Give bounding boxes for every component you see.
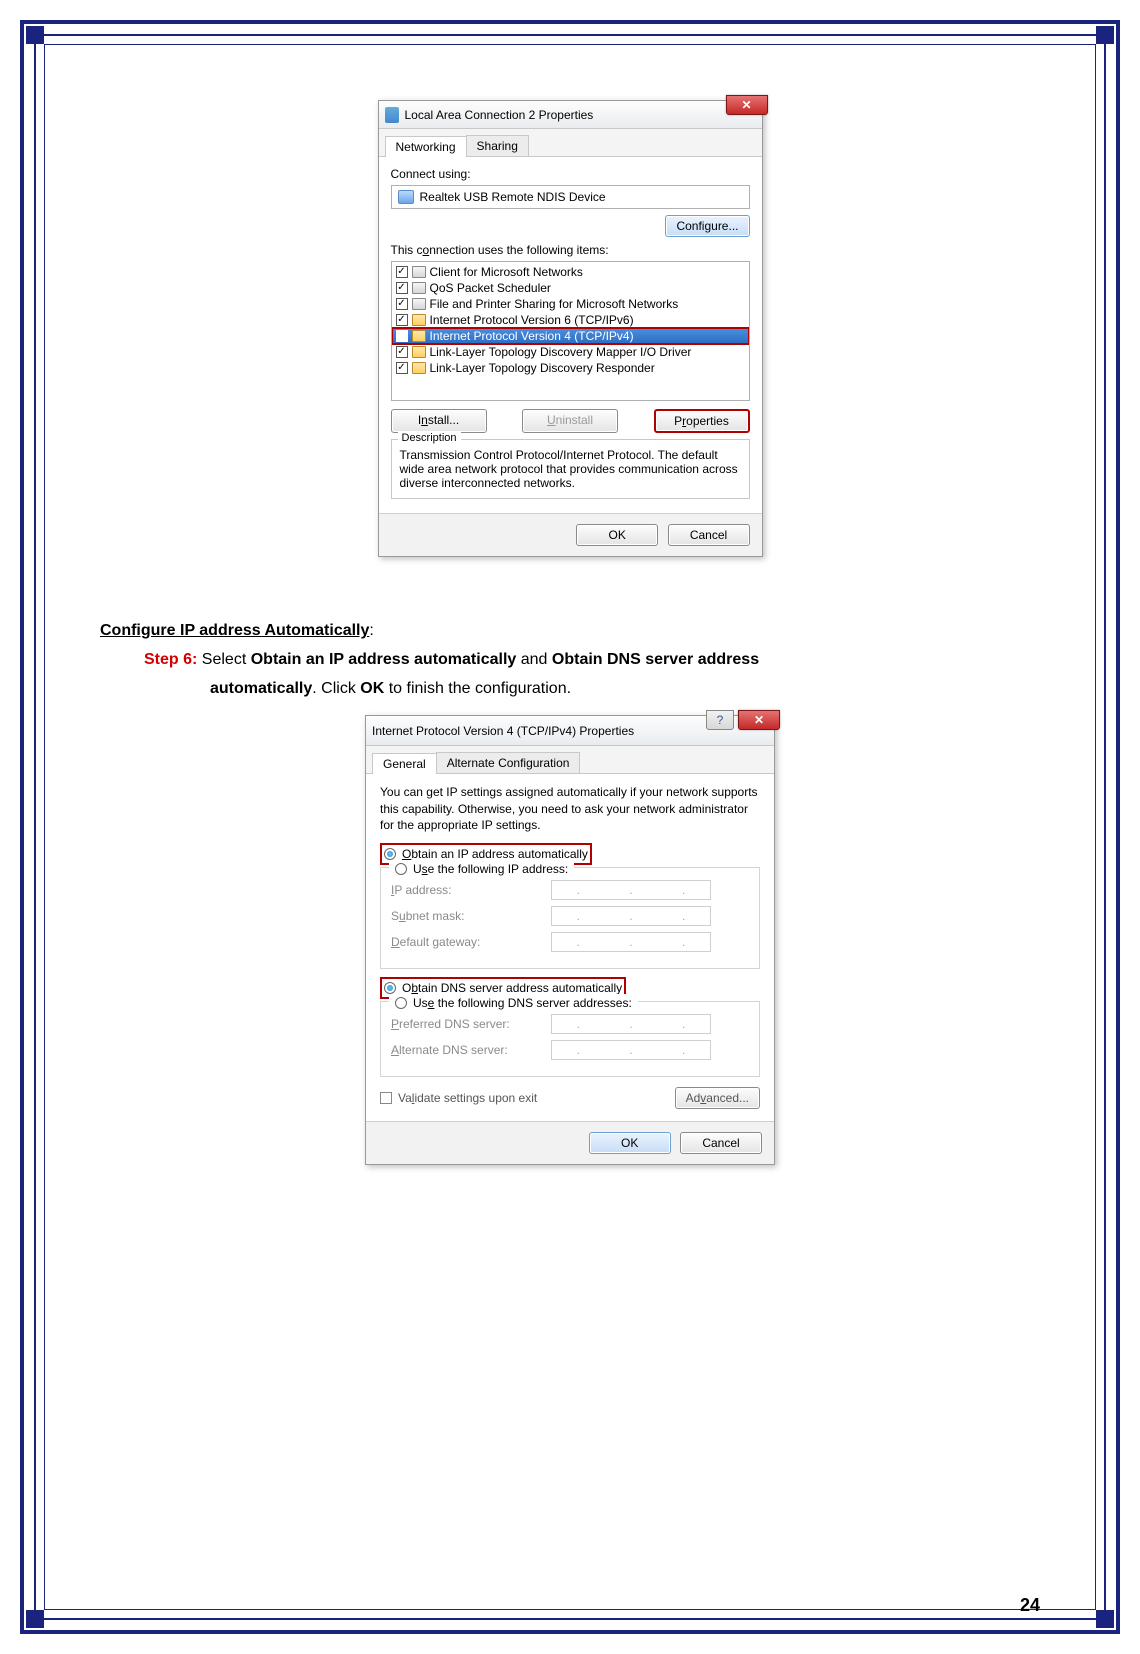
ipv4-icon: [412, 330, 426, 342]
radio-icon: [395, 863, 407, 875]
ipv6-icon: [412, 314, 426, 326]
gateway-input[interactable]: ...: [551, 932, 711, 952]
tab-bar: Networking Sharing: [379, 129, 762, 157]
dialog-title: Local Area Connection 2 Properties: [405, 108, 756, 122]
checkbox-icon[interactable]: [396, 282, 408, 294]
client-icon: [412, 266, 426, 278]
radio-icon: [395, 997, 407, 1009]
file-share-icon: [412, 298, 426, 310]
section-heading: Configure IP address Automatically: [100, 622, 369, 639]
form-row: Preferred DNS server:...: [391, 1014, 749, 1034]
info-text: You can get IP settings assigned automat…: [380, 784, 760, 833]
validate-row: Validate settings upon exit Advanced...: [380, 1087, 760, 1109]
properties-button[interactable]: Properties: [654, 409, 750, 433]
use-dns-group: Use the following DNS server addresses: …: [380, 1001, 760, 1077]
dialog-footer: OK Cancel: [366, 1121, 774, 1164]
step-label: Step 6:: [144, 651, 197, 668]
radio-icon: [384, 982, 396, 994]
use-ip-group: Use the following IP address: IP address…: [380, 867, 760, 969]
cancel-button[interactable]: Cancel: [668, 524, 750, 546]
pref-dns-input[interactable]: ...: [551, 1014, 711, 1034]
form-row: Subnet mask:...: [391, 906, 749, 926]
configure-button[interactable]: Configure...: [665, 215, 749, 237]
list-item[interactable]: Internet Protocol Version 6 (TCP/IPv6): [392, 312, 749, 328]
form-row: Default gateway:...: [391, 932, 749, 952]
list-item[interactable]: QoS Packet Scheduler: [392, 280, 749, 296]
radio-use-dns[interactable]: Use the following DNS server addresses:: [393, 994, 634, 1012]
tab-panel: Connect using: Realtek USB Remote NDIS D…: [379, 157, 762, 513]
list-item[interactable]: Client for Microsoft Networks: [392, 264, 749, 280]
doc-text: Configure IP address Automatically: Step…: [100, 617, 1040, 703]
dialog-footer: OK Cancel: [379, 513, 762, 556]
validate-checkbox[interactable]: [380, 1092, 392, 1104]
alt-dns-input[interactable]: ...: [551, 1040, 711, 1060]
tab-general[interactable]: General: [372, 753, 437, 774]
description-group: Description Transmission Control Protoco…: [391, 439, 750, 499]
checkbox-icon[interactable]: [396, 298, 408, 310]
description-text: Transmission Control Protocol/Internet P…: [400, 448, 738, 490]
qos-icon: [412, 282, 426, 294]
radio-use-ip[interactable]: Use the following IP address:: [393, 860, 570, 878]
close-button[interactable]: ✕: [738, 710, 780, 730]
items-label: This connection uses the following items…: [391, 243, 750, 257]
validate-label: Validate settings upon exit: [398, 1091, 537, 1105]
description-legend: Description: [398, 432, 461, 444]
list-item[interactable]: Link-Layer Topology Discovery Mapper I/O…: [392, 344, 749, 360]
adapter-icon: [398, 190, 414, 204]
checkbox-icon[interactable]: [396, 362, 408, 374]
advanced-button[interactable]: Advanced...: [675, 1087, 760, 1109]
titlebar[interactable]: Local Area Connection 2 Properties ✕: [379, 101, 762, 129]
doc-line: automatically. Click OK to finish the co…: [210, 675, 1040, 704]
uninstall-button[interactable]: Uninstall: [522, 409, 618, 433]
connect-using-label: Connect using:: [391, 167, 750, 181]
items-list[interactable]: Client for Microsoft Networks QoS Packet…: [391, 261, 750, 401]
list-item[interactable]: File and Printer Sharing for Microsoft N…: [392, 296, 749, 312]
subnet-input[interactable]: ...: [551, 906, 711, 926]
form-row: Alternate DNS server:...: [391, 1040, 749, 1060]
use-ip-legend: Use the following IP address:: [389, 860, 574, 878]
checkbox-icon[interactable]: [396, 266, 408, 278]
alt-dns-label: Alternate DNS server:: [391, 1043, 551, 1057]
radio-icon: [384, 848, 396, 860]
close-button[interactable]: ✕: [726, 95, 768, 115]
adapter-field[interactable]: Realtek USB Remote NDIS Device: [391, 185, 750, 209]
tab-bar: General Alternate Configuration: [366, 746, 774, 774]
checkbox-icon[interactable]: [396, 314, 408, 326]
cancel-button[interactable]: Cancel: [680, 1132, 762, 1154]
page-number: 24: [1020, 1595, 1040, 1616]
tab-networking[interactable]: Networking: [385, 136, 467, 157]
use-dns-legend: Use the following DNS server addresses:: [389, 994, 638, 1012]
ok-button[interactable]: OK: [576, 524, 658, 546]
checkbox-icon[interactable]: [396, 346, 408, 358]
gateway-label: Default gateway:: [391, 935, 551, 949]
subnet-label: Subnet mask:: [391, 909, 551, 923]
adapter-name: Realtek USB Remote NDIS Device: [420, 190, 606, 204]
network-icon: [385, 107, 399, 123]
doc-line: Select Obtain an IP address automaticall…: [202, 651, 759, 668]
tab-sharing[interactable]: Sharing: [466, 135, 529, 156]
list-item-selected[interactable]: Internet Protocol Version 4 (TCP/IPv4): [392, 328, 749, 344]
checkbox-icon[interactable]: [396, 330, 408, 342]
list-item[interactable]: Link-Layer Topology Discovery Responder: [392, 360, 749, 376]
titlebar[interactable]: Internet Protocol Version 4 (TCP/IPv4) P…: [366, 716, 774, 746]
lltd-responder-icon: [412, 362, 426, 374]
connection-properties-dialog: Local Area Connection 2 Properties ✕ Net…: [378, 100, 763, 557]
ok-button[interactable]: OK: [589, 1132, 671, 1154]
ip-address-label: IP address:: [391, 883, 551, 897]
ip-address-input[interactable]: ...: [551, 880, 711, 900]
ipv4-properties-dialog: Internet Protocol Version 4 (TCP/IPv4) P…: [365, 715, 775, 1165]
tab-alternate[interactable]: Alternate Configuration: [436, 752, 581, 773]
tab-panel: You can get IP settings assigned automat…: [366, 774, 774, 1121]
pref-dns-label: Preferred DNS server:: [391, 1017, 551, 1031]
form-row: IP address:...: [391, 880, 749, 900]
install-button[interactable]: Install...: [391, 409, 487, 433]
help-button[interactable]: ?: [706, 710, 734, 730]
lltd-mapper-icon: [412, 346, 426, 358]
